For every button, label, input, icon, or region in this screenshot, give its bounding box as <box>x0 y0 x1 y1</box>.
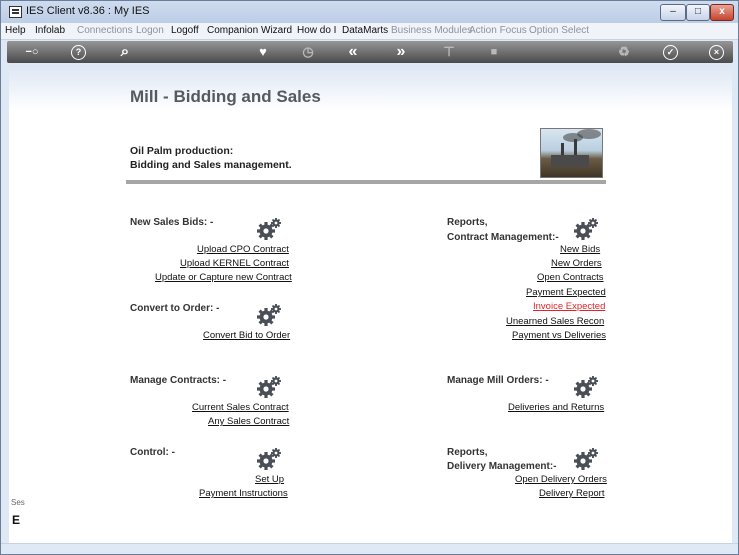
mill-photo <box>540 128 603 178</box>
stop-icon[interactable]: ■ <box>486 44 502 60</box>
payment-vs-deliveries-link[interactable]: Payment vs Deliveries <box>512 330 606 341</box>
forward-icon[interactable]: » <box>393 44 409 60</box>
menu-wizard[interactable]: Wizard <box>261 25 292 36</box>
app-icon <box>9 6 22 18</box>
menu-action-focus[interactable]: Action Focus <box>469 25 527 36</box>
menu-datamarts[interactable]: DataMarts <box>342 25 388 36</box>
payment-instructions-link[interactable]: Payment Instructions <box>199 488 288 499</box>
deliveries-and-returns-link[interactable]: Deliveries and Returns <box>508 402 604 413</box>
gear-icon[interactable] <box>572 217 602 241</box>
close-icon[interactable]: × <box>709 45 724 60</box>
menu-companion[interactable]: Companion <box>207 25 258 36</box>
recycle-icon[interactable]: ♻ <box>616 44 632 60</box>
menu-infolab[interactable]: Infolab <box>35 25 65 36</box>
manage-mill-orders-label: Manage Mill Orders: - <box>447 375 549 386</box>
key-icon[interactable]: −○ <box>17 44 47 60</box>
ok-icon[interactable]: ✓ <box>663 45 678 60</box>
main-content: Mill - Bidding and Sales Oil Palm produc… <box>9 65 732 543</box>
subtitle-line-2: Bidding and Sales management. <box>130 159 292 171</box>
menu-option-select[interactable]: Option Select <box>529 25 589 36</box>
open-contracts-link[interactable]: Open Contracts <box>537 272 604 283</box>
menu-logon[interactable]: Logon <box>136 25 164 36</box>
left-status-strip <box>1 63 9 543</box>
maximize-button[interactable]: □ <box>686 4 710 21</box>
convert-to-order-label: Convert to Order: - <box>130 303 220 314</box>
minimize-button[interactable]: – <box>660 4 686 21</box>
open-delivery-orders-link[interactable]: Open Delivery Orders <box>515 474 607 485</box>
delivery-report-link[interactable]: Delivery Report <box>539 488 604 499</box>
gear-icon[interactable] <box>255 303 285 327</box>
title-bar: IES Client v8.36 : My IES – □ x <box>1 1 738 23</box>
menu-connections[interactable]: Connections <box>77 25 133 36</box>
header-divider <box>126 180 606 184</box>
app-window: IES Client v8.36 : My IES – □ x Help Inf… <box>0 0 739 555</box>
content-header-gradient <box>9 65 732 111</box>
menu-business-modules[interactable]: Business Modules <box>391 25 472 36</box>
session-status-text: Ses <box>11 498 25 507</box>
upload-cpo-contract-link[interactable]: Upload CPO Contract <box>197 244 289 255</box>
reports-delivery-label-2: Delivery Management:- <box>447 461 557 472</box>
gear-icon[interactable] <box>255 217 285 241</box>
status-bar <box>1 543 738 554</box>
new-sales-bids-label: New Sales Bids: - <box>130 217 214 228</box>
menu-how-do-i[interactable]: How do I <box>297 25 336 36</box>
search-icon[interactable]: ⌕ <box>117 44 133 60</box>
upload-kernel-contract-link[interactable]: Upload KERNEL Contract <box>180 258 289 269</box>
any-sales-contract-link[interactable]: Any Sales Contract <box>208 416 289 427</box>
gear-icon[interactable] <box>572 447 602 471</box>
subtitle-line-1: Oil Palm production: <box>130 145 234 157</box>
gear-icon[interactable] <box>255 375 285 399</box>
set-up-link[interactable]: Set Up <box>255 474 284 485</box>
convert-bid-to-order-link[interactable]: Convert Bid to Order <box>203 330 290 341</box>
menu-logoff[interactable]: Logoff <box>171 25 199 36</box>
update-capture-contract-link[interactable]: Update or Capture new Contract <box>155 272 292 283</box>
new-bids-link[interactable]: New Bids <box>560 244 600 255</box>
current-sales-contract-link[interactable]: Current Sales Contract <box>192 402 289 413</box>
toolbar: −○ ? ⌕ ♥ ◷ « » ⊤ ■ ♻ ✓ × <box>7 41 733 63</box>
help-icon[interactable]: ? <box>71 45 86 60</box>
control-label: Control: - <box>130 447 175 458</box>
unearned-sales-recon-link[interactable]: Unearned Sales Recon <box>506 316 604 327</box>
menu-bar: Help Infolab Connections Logon Logoff Co… <box>1 23 738 40</box>
clock-icon[interactable]: ◷ <box>300 44 316 60</box>
reports-contract-label-2: Contract Management:- <box>447 232 559 243</box>
window-title: IES Client v8.36 : My IES <box>26 5 150 17</box>
new-orders-link[interactable]: New Orders <box>551 258 602 269</box>
page-title: Mill - Bidding and Sales <box>130 87 321 106</box>
manage-contracts-label: Manage Contracts: - <box>130 375 227 386</box>
heart-icon[interactable]: ♥ <box>255 44 271 60</box>
reports-contract-label-1: Reports, <box>447 217 488 228</box>
close-window-button[interactable]: x <box>710 4 734 21</box>
gear-icon[interactable] <box>572 375 602 399</box>
pin-icon[interactable]: ⊤ <box>441 44 457 60</box>
status-glyph: E <box>12 513 21 527</box>
gear-icon[interactable] <box>255 447 285 471</box>
reports-delivery-label-1: Reports, <box>447 447 488 458</box>
payment-expected-link[interactable]: Payment Expected <box>526 287 606 298</box>
invoice-expected-link[interactable]: Invoice Expected <box>533 301 605 312</box>
back-icon[interactable]: « <box>345 44 361 60</box>
menu-help[interactable]: Help <box>5 25 26 36</box>
